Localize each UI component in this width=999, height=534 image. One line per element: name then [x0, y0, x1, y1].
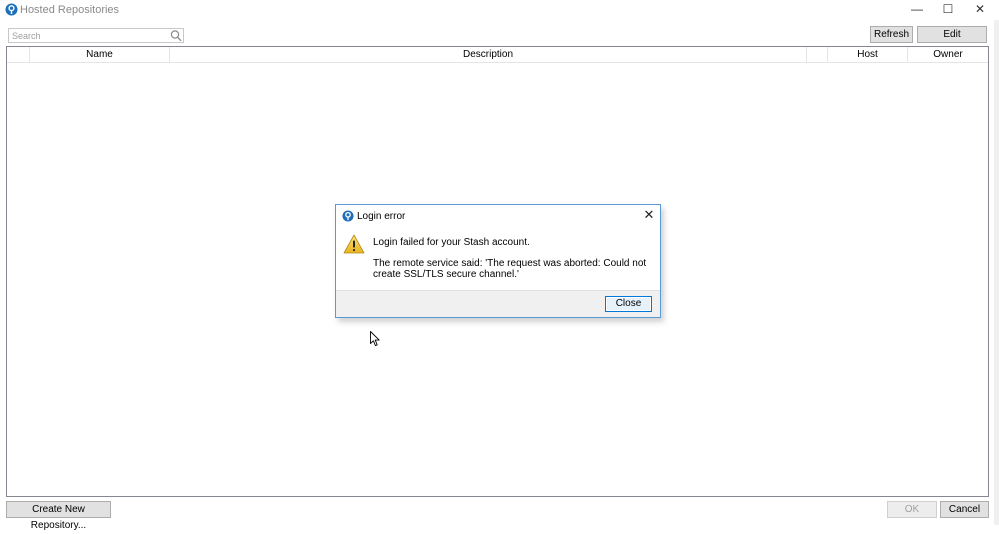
- sourcetree-icon: [5, 3, 18, 16]
- column-header-description[interactable]: Description: [170, 47, 807, 62]
- dialog-footer: Close: [336, 290, 660, 317]
- dialog-detail: The remote service said: 'The request wa…: [373, 258, 647, 280]
- search-input[interactable]: [12, 29, 162, 42]
- mouse-cursor-icon: [370, 331, 380, 347]
- column-header-spacer[interactable]: [807, 47, 828, 62]
- column-header-owner[interactable]: Owner: [908, 47, 988, 62]
- window-titlebar: Hosted Repositories — ☐ ✕: [0, 0, 999, 20]
- create-new-repository-button[interactable]: Create New Repository...: [6, 501, 111, 531]
- edit-accounts-button[interactable]: Edit Accounts...: [917, 26, 987, 56]
- table-header: Name Description Host Owner: [7, 47, 988, 63]
- search-icon[interactable]: [170, 29, 182, 42]
- dialog-message: Login failed for your Stash account.: [373, 237, 530, 248]
- dialog-close-button[interactable]: Close: [605, 296, 652, 312]
- dialog-title: Login error: [357, 211, 406, 222]
- cancel-button[interactable]: Cancel: [940, 501, 989, 518]
- maximize-button[interactable]: ☐: [933, 1, 963, 19]
- column-header-select[interactable]: [7, 47, 30, 62]
- dialog-close-icon[interactable]: ✕: [642, 208, 656, 222]
- window-edge: [994, 20, 999, 525]
- login-error-dialog: Login error ✕ Login failed for your Stas…: [335, 204, 661, 318]
- window-close-button[interactable]: ✕: [965, 1, 995, 19]
- refresh-button[interactable]: Refresh: [870, 26, 913, 43]
- minimize-button[interactable]: —: [902, 1, 932, 19]
- column-header-host[interactable]: Host: [828, 47, 908, 62]
- ok-button[interactable]: OK: [887, 501, 937, 518]
- window-title: Hosted Repositories: [20, 4, 120, 16]
- sourcetree-icon: [342, 210, 354, 222]
- column-header-name[interactable]: Name: [30, 47, 170, 62]
- warning-icon: [343, 234, 365, 254]
- search-box[interactable]: [8, 28, 184, 43]
